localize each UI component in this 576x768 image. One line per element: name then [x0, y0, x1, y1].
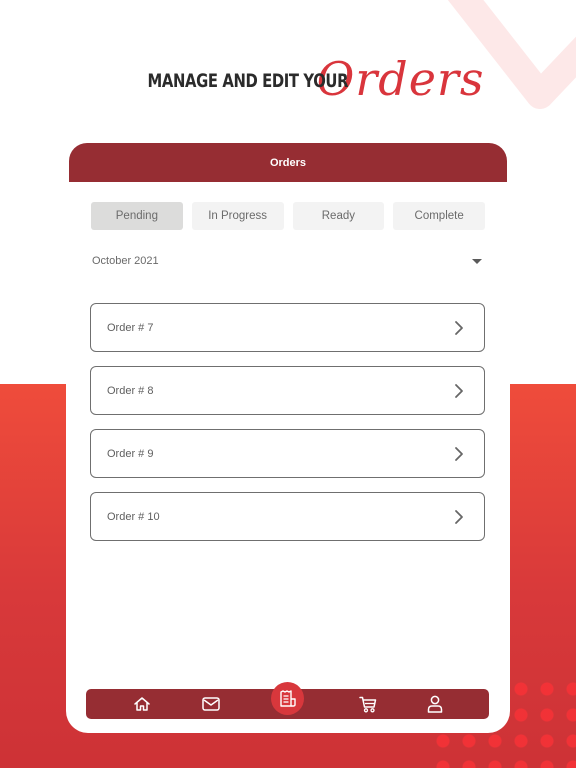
chevron-right-icon — [454, 446, 464, 462]
chevron-right-icon — [454, 383, 464, 399]
order-label: Order # 8 — [107, 384, 154, 397]
order-item-7[interactable]: Order # 7 — [90, 303, 485, 352]
order-label: Order # 10 — [107, 510, 160, 523]
tab-complete[interactable]: Complete — [393, 202, 485, 230]
receipt-icon — [279, 689, 296, 707]
order-item-8[interactable]: Order # 8 — [90, 366, 485, 415]
caret-down-icon[interactable] — [472, 258, 482, 264]
user-icon — [427, 695, 443, 713]
card-header: Orders — [69, 143, 507, 182]
order-label: Order # 9 — [107, 447, 154, 460]
card-title: Orders — [269, 156, 307, 169]
chevron-right-icon — [454, 509, 464, 525]
order-list: Order # 7 Order # 8 Order # 9 Order # 10 — [90, 303, 485, 555]
status-tabs: Pending In Progress Ready Complete — [91, 202, 485, 230]
nav-messages-button[interactable] — [196, 689, 226, 719]
headline-prefix: MANAGE AND EDIT YOUR — [148, 70, 349, 92]
nav-profile-button[interactable] — [420, 689, 450, 719]
mail-icon — [202, 697, 220, 711]
nav-orders-button[interactable] — [271, 682, 304, 715]
cart-icon — [359, 696, 377, 712]
tab-ready[interactable]: Ready — [292, 202, 385, 230]
nav-cart-button[interactable] — [353, 689, 383, 719]
home-icon — [134, 697, 150, 711]
headline: MANAGE AND EDIT YOUR Orders — [0, 42, 576, 102]
month-selector[interactable]: October 2021 — [92, 252, 486, 270]
tab-pending[interactable]: Pending — [91, 202, 183, 230]
tab-in-progress[interactable]: In Progress — [191, 202, 284, 230]
order-item-10[interactable]: Order # 10 — [90, 492, 485, 541]
nav-home-button[interactable] — [127, 689, 157, 719]
order-label: Order # 7 — [107, 321, 154, 334]
order-item-9[interactable]: Order # 9 — [90, 429, 485, 478]
month-selector-value: October 2021 — [92, 255, 159, 267]
chevron-right-icon — [454, 320, 464, 336]
